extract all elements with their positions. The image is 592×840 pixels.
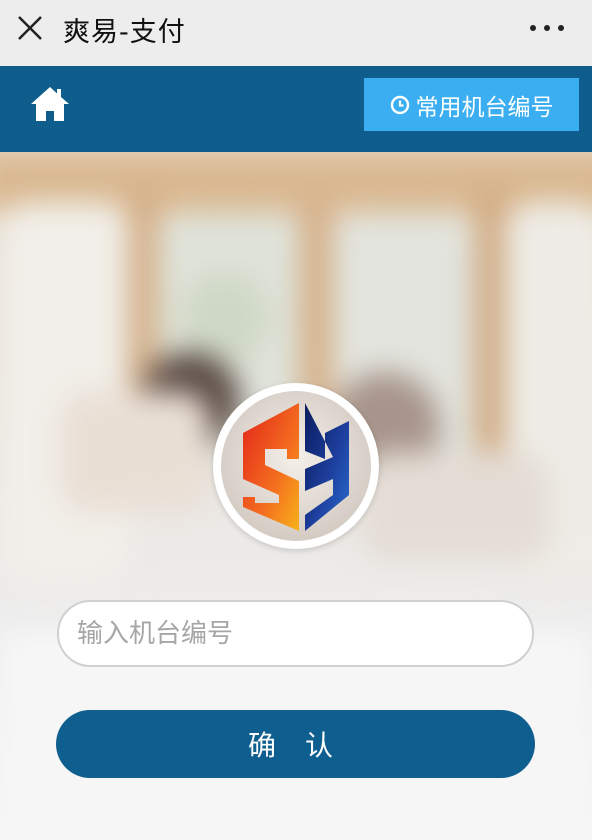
background-scene: 确 认 — [0, 152, 592, 840]
more-button[interactable] — [530, 18, 564, 38]
window-title: 爽易-支付 — [63, 17, 186, 48]
common-machine-label: 常用机台编号 — [415, 94, 554, 121]
sy-logo-icon — [243, 403, 349, 531]
home-icon — [31, 87, 69, 121]
confirm-button[interactable]: 确 认 — [56, 710, 535, 778]
close-button[interactable] — [14, 12, 46, 44]
home-button[interactable] — [28, 84, 72, 124]
confirm-label: 确 认 — [248, 729, 343, 762]
clock-icon — [390, 95, 410, 115]
close-icon — [18, 16, 42, 40]
title-bar: 爽易-支付 — [0, 0, 592, 66]
brand-logo — [213, 383, 379, 549]
nav-bar: 常用机台编号 — [0, 66, 592, 152]
more-dots-icon — [530, 25, 536, 31]
common-machine-button[interactable]: 常用机台编号 — [364, 78, 579, 131]
machine-number-input[interactable] — [57, 600, 534, 667]
